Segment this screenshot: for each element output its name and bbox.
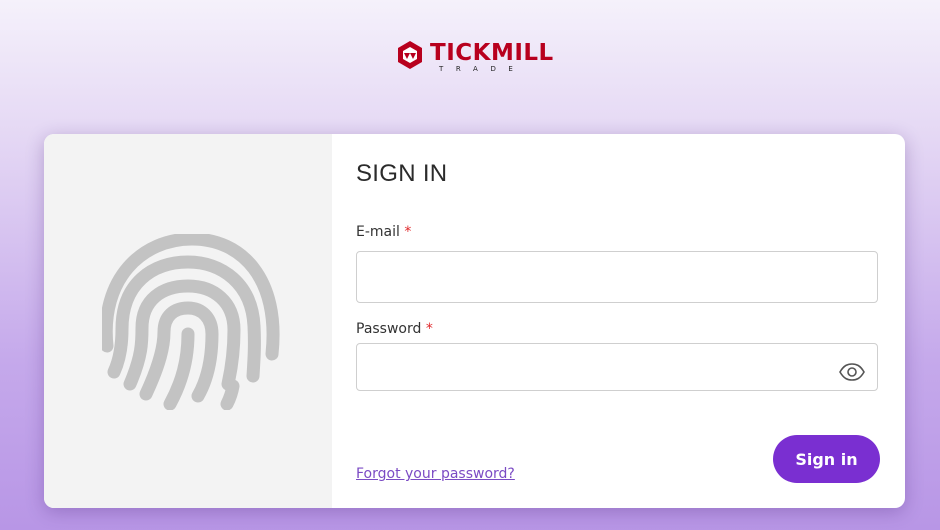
password-label: Password * [356, 321, 433, 337]
page-title: SIGN IN [356, 160, 448, 187]
signin-form: SIGN IN E-mail * Password * Forgot your … [332, 134, 905, 508]
required-mark: * [425, 321, 433, 337]
signin-card: SIGN IN E-mail * Password * Forgot your … [44, 134, 905, 508]
password-label-text: Password [356, 321, 422, 337]
brand-subtitle: TRADE [439, 65, 526, 73]
sign-in-button[interactable]: Sign in [773, 435, 880, 483]
password-field[interactable] [356, 343, 878, 391]
email-label: E-mail * [356, 224, 411, 240]
fingerprint-panel [44, 134, 332, 508]
brand-name: TICKMILL [430, 40, 554, 66]
email-field[interactable] [356, 251, 878, 303]
email-label-text: E-mail [356, 224, 400, 240]
eye-icon[interactable] [838, 362, 866, 382]
forgot-password-link[interactable]: Forgot your password? [356, 466, 515, 482]
tickmill-logo-icon [398, 41, 422, 69]
required-mark: * [404, 224, 412, 240]
fingerprint-icon [102, 234, 280, 410]
